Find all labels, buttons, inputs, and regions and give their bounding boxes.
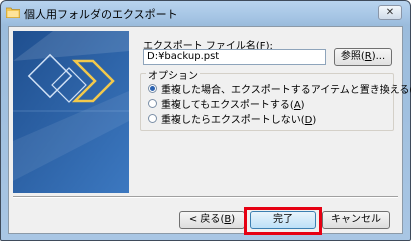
footer-separator: [13, 196, 398, 198]
radio-skip-duplicates[interactable]: 重複したらエクスポートしない(D): [148, 111, 317, 126]
close-button[interactable]: ✕: [378, 5, 402, 20]
radio-unselected-icon[interactable]: [148, 99, 157, 108]
options-group-title: オプション: [146, 67, 200, 82]
radio-label: 重複した場合、エクスポートするアイテムと置き換える(E): [161, 85, 411, 96]
title-bar[interactable]: 個人用フォルダのエクスポート ✕: [1, 1, 410, 25]
folder-icon: [5, 6, 21, 19]
export-file-path-input[interactable]: D:¥backup.pst: [143, 49, 326, 65]
cancel-button[interactable]: キャンセル: [322, 211, 390, 229]
radio-label: 重複してもエクスポートする(A): [161, 100, 305, 111]
dialog-client-area: エクスポート ファイル名(F): D:¥backup.pst 参照(R)... …: [8, 26, 411, 234]
radio-replace-duplicates[interactable]: 重複した場合、エクスポートするアイテムと置き換える(E): [148, 81, 411, 96]
finish-button-highlight: [244, 207, 322, 235]
radio-allow-duplicates[interactable]: 重複してもエクスポートする(A): [148, 96, 305, 111]
radio-selected-icon[interactable]: [148, 84, 157, 93]
browse-button[interactable]: 参照(R)...: [334, 48, 392, 66]
radio-label: 重複したらエクスポートしない(D): [161, 115, 317, 126]
window-title: 個人用フォルダのエクスポート: [24, 8, 178, 21]
wizard-banner-image: [13, 31, 129, 193]
export-dialog-window: 個人用フォルダのエクスポート ✕ エクスポート ファイル名(F): D:¥bac…: [0, 0, 411, 241]
back-button[interactable]: < 戻る(B): [179, 211, 245, 229]
radio-unselected-icon[interactable]: [148, 114, 157, 123]
close-icon: ✕: [385, 7, 395, 18]
